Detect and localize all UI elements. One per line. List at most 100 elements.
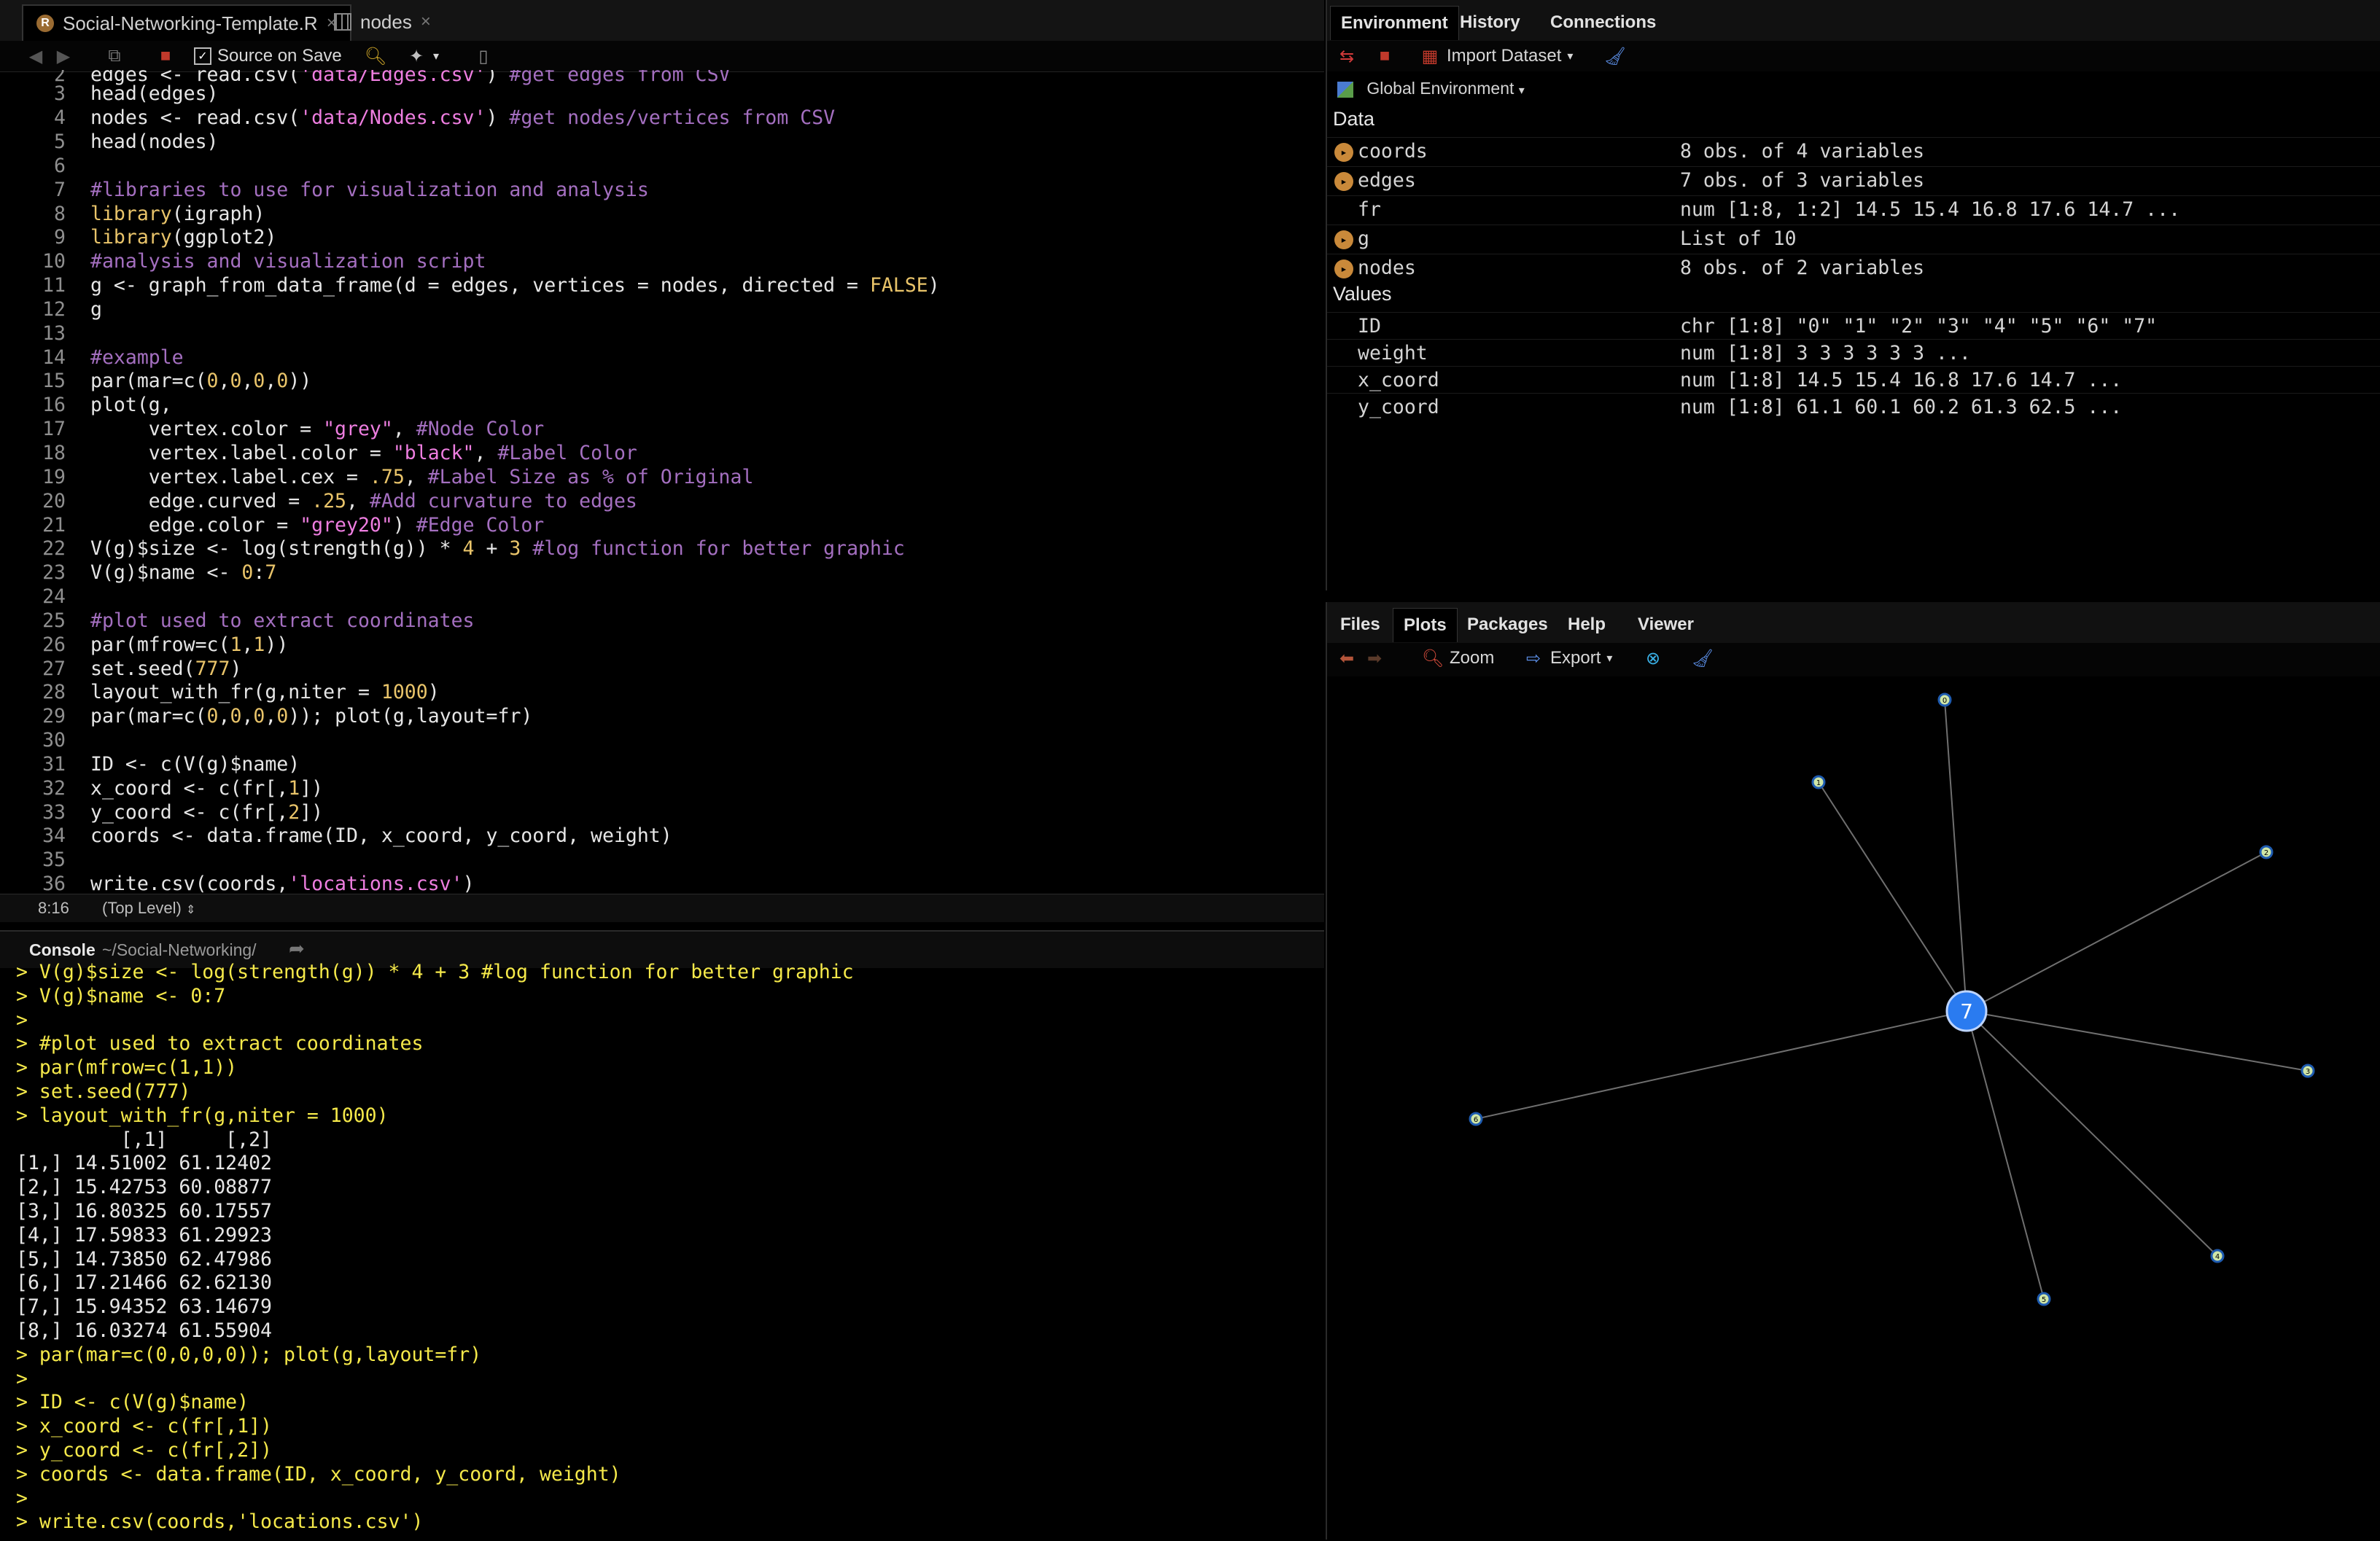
- graph-edge: [1966, 1010, 2045, 1300]
- export-icon: ⇨: [1525, 648, 1541, 668]
- chevron-down-icon[interactable]: ▾: [433, 49, 439, 63]
- console-input-line: > #plot used to extract coordinates: [16, 1032, 424, 1056]
- environment-row-fr[interactable]: fr num [1:8, 1:2] 14.5 15.4 16.8 17.6 14.…: [1327, 195, 2380, 224]
- code-editor[interactable]: 2 edges <- read.csv('data/Edges.csv') #ge…: [0, 70, 1324, 894]
- go-to-dir-arrow-icon[interactable]: ➦: [289, 937, 305, 960]
- graph-leaf-node: 3: [2301, 1064, 2315, 1078]
- console-output[interactable]: > V(g)$size <- log(strength(g)) * 4 + 3 …: [0, 961, 1324, 1541]
- code-line: 25 #plot used to extract coordinates: [42, 609, 475, 632]
- load-workspace-icon[interactable]: ⇆: [1336, 45, 1358, 67]
- environment-row-y-coord[interactable]: y_coord num [1:8] 61.1 60.1 60.2 61.3 62.…: [1327, 393, 2380, 421]
- environment-row-x-coord[interactable]: x_coord num [1:8] 14.5 15.4 16.8 17.6 14.…: [1327, 366, 2380, 394]
- code-line: 14 #example: [42, 346, 184, 369]
- environment-row-ID[interactable]: ID chr [1:8] "0" "1" "2" "3" "4" "5" "6" …: [1327, 312, 2380, 340]
- scope-label: (Top Level): [102, 899, 182, 917]
- expand-arrow-icon[interactable]: ▸: [1334, 259, 1353, 278]
- network-graph-plot: 0 1 2 3 4 5 6 7: [1469, 693, 2315, 1306]
- variable-value: 8 obs. of 4 variables: [1680, 140, 1925, 163]
- zoom-button[interactable]: 🔍︎ Zoom: [1421, 646, 1495, 671]
- environment-row-edges[interactable]: ▸ edges 7 obs. of 3 variables: [1327, 166, 2380, 195]
- expand-arrow-icon[interactable]: ▸: [1334, 230, 1353, 249]
- console-input-line: > y_coord <- c(fr[,2]): [16, 1439, 272, 1462]
- console-output-line: [3,] 16.80325 60.17557: [16, 1200, 272, 1222]
- variable-name: y_coord: [1334, 394, 1700, 421]
- zoom-icon: 🔍︎: [1421, 648, 1444, 668]
- environment-scope-row: Global Environment ▾: [1327, 71, 2380, 108]
- hub-node-label: 7: [1960, 999, 1973, 1023]
- tab-social-networking-template[interactable]: R Social-Networking-Template.R ×: [22, 4, 351, 41]
- code-line: 8 library(igraph): [54, 203, 265, 225]
- console-output-line: [2,] 15.42753 60.08877: [16, 1176, 272, 1199]
- console-pane[interactable]: Console ~/Social-Networking/ ➦ > V(g)$si…: [0, 930, 1324, 1541]
- code-tools-wand-icon[interactable]: ✦: [405, 45, 427, 67]
- forward-arrow-icon[interactable]: ▶: [52, 45, 74, 67]
- tab-files[interactable]: Files: [1330, 608, 1391, 641]
- tab-packages[interactable]: Packages: [1457, 608, 1558, 641]
- tab-viewer[interactable]: Viewer: [1628, 608, 1704, 641]
- console-input-line: > par(mfrow=c(1,1)): [16, 1056, 238, 1080]
- checkbox-checked-icon[interactable]: ✓: [194, 47, 211, 65]
- expand-arrow-icon[interactable]: ▸: [1334, 171, 1353, 191]
- export-button[interactable]: ⇨ Export ▾: [1522, 646, 1612, 671]
- code-line: 23 V(g)$name <- 0:7: [42, 561, 277, 584]
- tab-connections[interactable]: Connections: [1540, 6, 1666, 39]
- environment-scope-selector[interactable]: Global Environment ▾: [1337, 79, 1525, 98]
- variable-name-text: fr: [1358, 198, 1381, 221]
- tab-plots[interactable]: Plots: [1393, 608, 1458, 642]
- compile-report-icon[interactable]: ▯: [472, 45, 494, 67]
- graph-leaf-node: 6: [1469, 1112, 1483, 1126]
- clear-plots-broom-icon[interactable]: 🧹︎: [1692, 647, 1714, 669]
- console-title: Console: [29, 940, 96, 959]
- tab-history[interactable]: History: [1450, 6, 1531, 39]
- code-line: 30: [42, 729, 66, 752]
- environment-row-g[interactable]: ▸ g List of 10: [1327, 225, 2380, 253]
- code-line: 34 coords <- data.frame(ID, x_coord, y_co…: [42, 824, 672, 847]
- environment-pane: Environment History Connections ⇆ ■ ▦ Im…: [1326, 0, 2380, 590]
- tab-help[interactable]: Help: [1558, 608, 1616, 641]
- tab-environment[interactable]: Environment: [1330, 6, 1459, 40]
- environment-row-nodes[interactable]: ▸ nodes 8 obs. of 2 variables: [1327, 254, 2380, 282]
- expand-arrow-icon[interactable]: ▸: [1334, 142, 1353, 162]
- variable-name: weight: [1334, 340, 1700, 367]
- code-line: 24: [42, 585, 66, 608]
- data-grid-icon: [334, 13, 351, 31]
- back-arrow-icon[interactable]: ◀: [25, 45, 47, 67]
- variable-value: chr [1:8] "0" "1" "2" "3" "4" "5" "6" "7…: [1680, 315, 2158, 338]
- code-line: 19 vertex.label.cex = .75, #Label Size a…: [42, 466, 754, 488]
- tab-label: Social-Networking-Template.R: [63, 12, 318, 34]
- scope-label: Global Environment: [1366, 79, 1514, 98]
- leaf-node-label: 4: [2215, 1253, 2220, 1261]
- remove-plot-icon[interactable]: ⊗: [1642, 647, 1664, 669]
- code-line: 16 plot(g,: [42, 394, 172, 416]
- console-input-line: > set.seed(777): [16, 1080, 191, 1103]
- search-icon[interactable]: 🔍︎: [365, 45, 386, 67]
- console-output-line: [,1] [,2]: [16, 1128, 272, 1151]
- scope-selector[interactable]: (Top Level) ⇕: [102, 899, 195, 918]
- console-output-line: [4,] 17.59833 61.29923: [16, 1223, 272, 1247]
- show-in-window-icon[interactable]: ⧉: [104, 45, 125, 67]
- environment-row-weight[interactable]: weight num [1:8] 3 3 3 3 3 3 ...: [1327, 339, 2380, 367]
- import-dataset-button[interactable]: ▦ Import Dataset ▾: [1419, 44, 1574, 69]
- source-editor-pane: R Social-Networking-Template.R × nodes ×…: [0, 0, 1324, 922]
- close-icon[interactable]: ×: [421, 12, 431, 32]
- graph-edge: [1966, 851, 2267, 1012]
- save-workspace-icon[interactable]: ■: [1374, 45, 1396, 67]
- leaf-node-label: 3: [2306, 1068, 2310, 1076]
- variable-value: num [1:8, 1:2] 14.5 15.4 16.8 17.6 14.7 …: [1680, 198, 2181, 221]
- variable-name-text: edges: [1358, 169, 1416, 192]
- save-icon[interactable]: ■: [155, 45, 176, 67]
- tab-nodes[interactable]: nodes ×: [321, 4, 444, 39]
- environment-row-coords[interactable]: ▸ coords 8 obs. of 4 variables: [1327, 137, 2380, 165]
- broom-clear-icon[interactable]: 🧹︎: [1604, 45, 1626, 67]
- leaf-node-label: 5: [2042, 1296, 2046, 1304]
- graph-leaf-node: 0: [1937, 693, 1952, 707]
- console-input-line: > V(g)$name <- 0:7: [16, 984, 226, 1007]
- code-line: 4 nodes <- read.csv('data/Nodes.csv') #ge…: [54, 106, 836, 129]
- source-on-save-toggle[interactable]: ✓ Source on Save: [194, 44, 342, 69]
- previous-plot-icon[interactable]: ⬅: [1336, 647, 1358, 669]
- plots-toolbar: ⬅ ➡ 🔍︎ Zoom ⇨ Export ▾ ⊗ 🧹︎: [1327, 643, 2380, 676]
- next-plot-icon[interactable]: ➡: [1364, 647, 1385, 669]
- graph-leaf-node: 5: [2037, 1292, 2051, 1306]
- variable-value: 7 obs. of 3 variables: [1680, 169, 1925, 192]
- graph-hub-node: 7: [1945, 990, 1988, 1032]
